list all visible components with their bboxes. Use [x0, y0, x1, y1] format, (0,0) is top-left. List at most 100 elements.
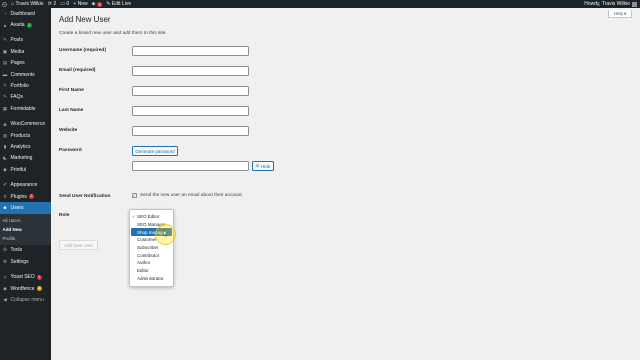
last-name-input[interactable] [132, 106, 249, 116]
notification-badge: 3 [96, 1, 103, 7]
yoast-badge: 1 [36, 274, 42, 280]
appearance-icon: ✐ [3, 182, 7, 188]
last-name-label: Last Name [59, 108, 84, 113]
role-option[interactable]: Contributor [130, 251, 173, 259]
collapse-icon: ◀ [3, 296, 7, 302]
menu-users[interactable]: ☻ Users [0, 202, 51, 214]
tools-icon: ✇ [3, 247, 7, 253]
menu-products[interactable]: ▥ Products [0, 130, 51, 141]
notification-text: Send the new user an email about their a… [140, 193, 243, 198]
edit-live-link[interactable]: ✎ Edit Live [106, 1, 131, 7]
role-dropdown-list[interactable]: SEO Editor SEO Manager Shop manager Cust… [129, 209, 174, 287]
first-name-label: First Name [59, 88, 84, 93]
menu-settings[interactable]: ⚙ Settings [0, 256, 51, 267]
menu-portfolio[interactable]: ✎ Portfolio [0, 80, 51, 91]
plugins-icon: ⚲ [3, 193, 7, 199]
menu-woocommerce[interactable]: ◙ WooCommerce [0, 119, 51, 130]
email-input[interactable] [132, 66, 249, 76]
products-icon: ▥ [2, 132, 8, 138]
submenu-profile[interactable]: Profile [0, 234, 51, 243]
menu-faqs[interactable]: ✎ FAQs [0, 92, 51, 103]
username-input[interactable] [132, 46, 249, 56]
comments-icon: ▬ [2, 72, 8, 78]
role-option[interactable]: SEO Editor [130, 213, 173, 221]
role-option[interactable]: Subscriber [130, 244, 173, 252]
hide-password-button[interactable]: ⊘ Hide [252, 161, 274, 171]
users-submenu: All Users Add New Profile [0, 213, 51, 245]
avada-badge: 1 [26, 22, 32, 28]
menu-pages[interactable]: ▤ Pages [0, 58, 51, 69]
first-name-input[interactable] [132, 86, 249, 96]
plus-icon: + [73, 1, 77, 7]
menu-appearance[interactable]: ✐ Appearance [0, 179, 51, 190]
menu-wordfence[interactable]: ◉ Wordfence 1 [0, 283, 51, 294]
site-name-link[interactable]: ⌂ Travis Wilkie [11, 1, 44, 7]
menu-dashboard[interactable]: ◔ Dashboard [0, 8, 51, 19]
generate-password-button[interactable]: Generate password [132, 146, 178, 156]
send-notification-checkbox[interactable]: ✓ [132, 193, 137, 198]
marketing-icon: ◣ [3, 155, 7, 161]
menu-tools[interactable]: ✇ Tools [0, 245, 51, 256]
website-input[interactable] [132, 126, 249, 136]
notification-option: ✓ Send the new user an email about their… [132, 193, 243, 198]
printful-icon: ◆ [3, 166, 7, 172]
menu-plugins[interactable]: ⚲ Plugins 2 [0, 191, 51, 202]
help-tab-button[interactable]: Help ▾ [608, 10, 632, 18]
menu-media[interactable]: ▣ Media [0, 46, 51, 57]
updates-link[interactable]: ⟳ 2 [48, 1, 56, 7]
menu-yoast-seo[interactable]: Y Yoast SEO 1 [0, 271, 51, 282]
portfolio-icon: ✎ [3, 83, 7, 89]
menu-comments[interactable]: ▬ Comments [0, 69, 51, 80]
role-option[interactable]: Author [130, 259, 173, 267]
username-label: Username (required) [59, 48, 106, 53]
role-option[interactable]: Administrator [130, 275, 173, 283]
edit-icon: ✎ [106, 1, 111, 7]
password-input[interactable] [132, 161, 249, 171]
howdy-text: Howdy, Travis Wilkie [584, 1, 630, 7]
role-option[interactable]: Customer [130, 236, 173, 244]
website-label: Website [59, 128, 78, 133]
updates-icon: ⟳ [47, 1, 52, 7]
menu-printful[interactable]: ◆ Printful [0, 164, 51, 175]
password-label: Password [59, 148, 82, 153]
media-icon: ▣ [2, 48, 8, 54]
menu-analytics[interactable]: ▮ Analytics [0, 141, 51, 152]
add-new-user-button[interactable]: Add New User [59, 240, 98, 250]
home-icon: ⌂ [11, 1, 15, 7]
mouse-pointer-icon [163, 230, 168, 237]
settings-icon: ⚙ [2, 258, 8, 264]
wp-logo-icon[interactable]: W [2, 1, 7, 7]
account-menu[interactable]: Howdy, Travis Wilkie [584, 1, 637, 7]
avatar [632, 1, 637, 7]
formidable-icon: ▦ [2, 105, 8, 111]
notifications-link[interactable]: ◈ 3 [92, 1, 103, 7]
new-content-link[interactable]: + New [73, 1, 87, 7]
svg-text:W: W [3, 2, 6, 6]
chevron-down-icon: ▾ [624, 10, 627, 16]
eye-slash-icon: ⊘ [255, 163, 260, 168]
collapse-menu-button[interactable]: ◀ Collapse menu [0, 294, 51, 305]
menu-avada[interactable]: ▲ Avada 1 [0, 19, 51, 30]
comments-link[interactable]: ▭ 0 [60, 1, 69, 7]
menu-marketing[interactable]: ◣ Marketing [0, 153, 51, 164]
menu-posts[interactable]: ✎ Posts [0, 35, 51, 46]
role-label: Role [59, 213, 70, 218]
role-option[interactable]: SEO Manager [130, 221, 173, 229]
faqs-icon: ✎ [3, 94, 7, 100]
page-title: Add New User [59, 15, 111, 24]
submenu-all-users[interactable]: All Users [0, 216, 51, 225]
notification-label: Send User Notification [59, 194, 111, 199]
analytics-icon: ▮ [3, 143, 7, 149]
comment-icon: ▭ [60, 1, 65, 7]
posts-icon: ✎ [3, 37, 7, 43]
submenu-add-new[interactable]: Add New [0, 225, 51, 234]
menu-formidable[interactable]: ▦ Formidable [0, 103, 51, 114]
users-icon: ☻ [2, 205, 8, 211]
notification-icon: ◈ [91, 1, 96, 7]
wordfence-icon: ◉ [3, 285, 7, 291]
wordfence-badge: 1 [36, 286, 42, 291]
yoast-icon: Y [3, 274, 7, 280]
role-option[interactable]: Editor [130, 267, 173, 275]
admin-bar: W ⌂ Travis Wilkie ⟳ 2 ▭ 0 + New ◈ 3 ✎ Ed… [0, 0, 640, 8]
avada-icon: ▲ [2, 22, 8, 28]
